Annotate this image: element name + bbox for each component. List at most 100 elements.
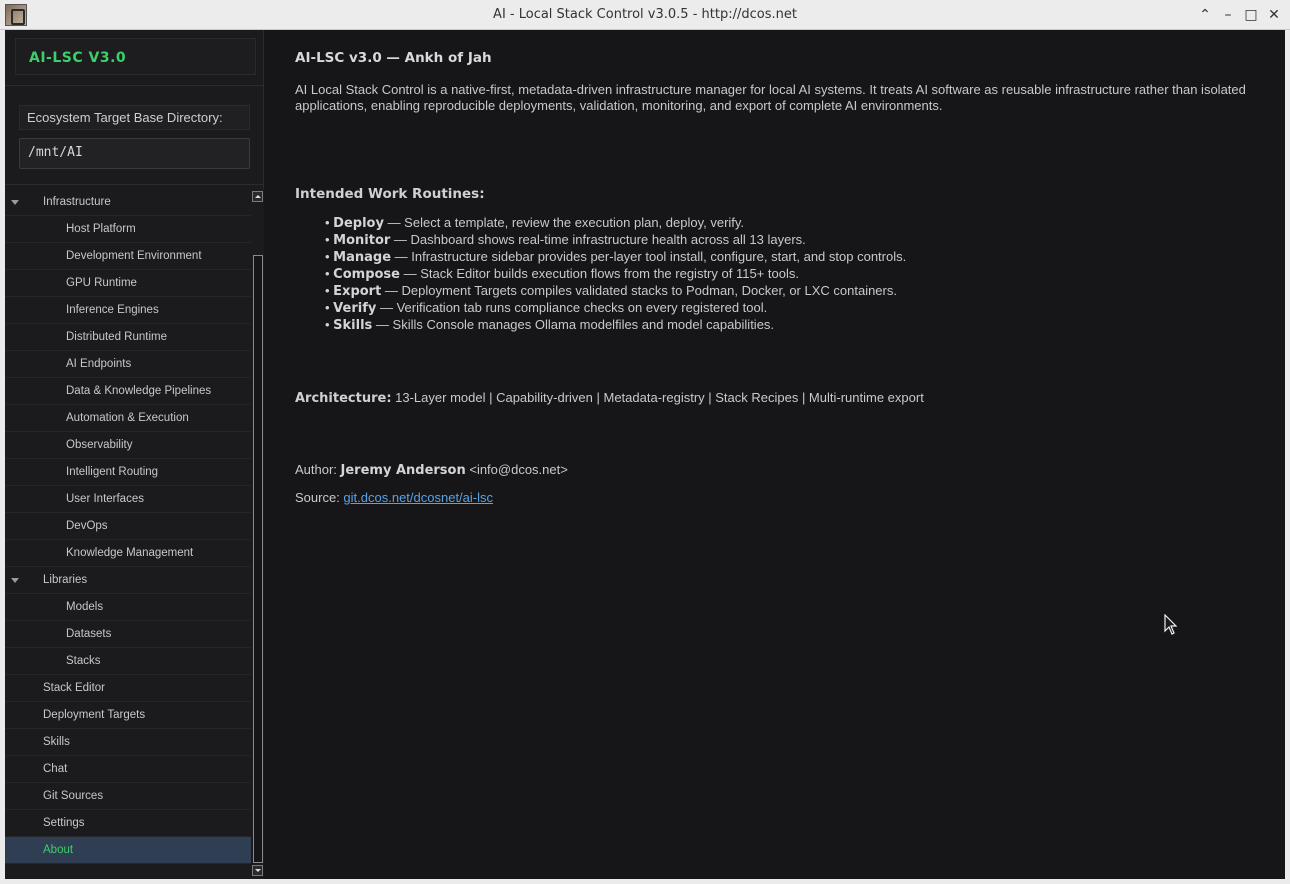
brand-box: AI-LSC V3.0 (15, 38, 256, 75)
routine-text: — Verification tab runs compliance check… (376, 300, 768, 315)
sidebar-item-label: User Interfaces (66, 493, 144, 505)
routine-name: Manage (333, 250, 392, 265)
sidebar-item-ai-endpoints[interactable]: AI Endpoints (5, 351, 251, 378)
scroll-up-icon[interactable] (252, 191, 263, 202)
base-directory-input[interactable]: /mnt/AI (19, 138, 250, 169)
sidebar-item-label: Observability (66, 439, 133, 451)
bullet-icon: • (325, 317, 334, 332)
sidebar-item-chat[interactable]: Chat (5, 756, 251, 783)
sidebar-item-label: Automation & Execution (66, 412, 189, 424)
sidebar-item-label: Host Platform (66, 223, 136, 235)
sidebar-item-label: Chat (43, 763, 68, 775)
sidebar: AI-LSC V3.0 Ecosystem Target Base Direct… (5, 30, 264, 879)
app-window: AI-LSC V3.0 Ecosystem Target Base Direct… (5, 30, 1285, 879)
sidebar-item-label: Deployment Targets (43, 709, 146, 721)
source-link[interactable]: git.dcos.net/dcosnet/ai-lsc (343, 490, 493, 505)
bullet-icon: • (325, 232, 334, 247)
sidebar-item-knowledge-management[interactable]: Knowledge Management (5, 540, 251, 567)
sidebar-item-label: Models (66, 601, 104, 613)
sidebar-item-settings[interactable]: Settings (5, 810, 251, 837)
routine-name: Verify (333, 301, 377, 316)
routine-name: Compose (333, 267, 400, 282)
author-name: Jeremy Anderson (340, 463, 466, 478)
sidebar-item-user-interfaces[interactable]: User Interfaces (5, 486, 251, 513)
expand-arrow-icon[interactable] (11, 578, 19, 583)
routine-item: • Monitor — Dashboard shows real-time in… (325, 232, 1255, 249)
routine-name: Monitor (333, 233, 391, 248)
sidebar-scrollbar[interactable] (252, 189, 264, 879)
sidebar-item-devops[interactable]: DevOps (5, 513, 251, 540)
sidebar-item-about[interactable]: About (5, 837, 251, 864)
routine-name: Skills (333, 318, 373, 333)
sidebar-item-label: Settings (43, 817, 85, 829)
bullet-icon: • (325, 249, 334, 264)
author-line: Author: Jeremy Anderson <info@dcos.net> (295, 462, 1255, 478)
sidebar-item-label: Datasets (66, 628, 112, 640)
sidebar-item-label: Stacks (66, 655, 101, 667)
author-email: <info@dcos.net> (465, 462, 568, 477)
sidebar-item-intelligent-routing[interactable]: Intelligent Routing (5, 459, 251, 486)
sidebar-item-observability[interactable]: Observability (5, 432, 251, 459)
scroll-down-icon[interactable] (252, 865, 263, 876)
scrollbar-thumb[interactable] (253, 255, 263, 863)
minimize-icon[interactable]: – (1219, 6, 1237, 24)
architecture-label: Architecture: (295, 391, 392, 406)
chevron-up-icon[interactable]: ⌃ (1196, 6, 1214, 24)
navigation-tree: Infrastructure Host Platform Development E… (5, 189, 251, 873)
maximize-icon[interactable]: □ (1242, 6, 1260, 24)
sidebar-item-label: Libraries (43, 574, 88, 586)
routines-heading: Intended Work Routines: (295, 186, 485, 202)
sidebar-item-data-knowledge-pipelines[interactable]: Data & Knowledge Pipelines (5, 378, 251, 405)
sidebar-item-host-platform[interactable]: Host Platform (5, 216, 251, 243)
sidebar-item-label: AI Endpoints (66, 358, 132, 370)
sidebar-item-skills[interactable]: Skills (5, 729, 251, 756)
sidebar-item-inference-engines[interactable]: Inference Engines (5, 297, 251, 324)
routine-item: • Export — Deployment Targets compiles v… (325, 283, 1255, 300)
routine-text: — Dashboard shows real-time infrastructu… (390, 232, 806, 247)
source-label: Source: (295, 490, 344, 505)
sidebar-item-distributed-runtime[interactable]: Distributed Runtime (5, 324, 251, 351)
dir-label: Ecosystem Target Base Directory: (27, 110, 223, 125)
sidebar-item-datasets[interactable]: Datasets (5, 621, 251, 648)
sidebar-item-label: Skills (43, 736, 70, 748)
sidebar-item-label: Infrastructure (43, 196, 111, 208)
sidebar-item-label: Development Environment (66, 250, 202, 262)
sidebar-item-stacks[interactable]: Stacks (5, 648, 251, 675)
routine-text: — Skills Console manages Ollama modelfil… (372, 317, 775, 332)
sidebar-item-label: Git Sources (43, 790, 104, 802)
sidebar-item-label: Intelligent Routing (66, 466, 159, 478)
source-line: Source: git.dcos.net/dcosnet/ai-lsc (295, 490, 1255, 505)
mouse-cursor-icon (1164, 614, 1178, 635)
sidebar-item-libraries[interactable]: Libraries (5, 567, 251, 594)
sidebar-item-label: About (43, 844, 74, 856)
divider (5, 184, 264, 185)
sidebar-item-infrastructure[interactable]: Infrastructure (5, 189, 251, 216)
sidebar-item-label: DevOps (66, 520, 108, 532)
divider (5, 85, 264, 86)
title-bar: AI - Local Stack Control v3.0.5 - http:/… (0, 0, 1290, 30)
sidebar-item-deployment-targets[interactable]: Deployment Targets (5, 702, 251, 729)
routine-text: — Stack Editor builds execution flows fr… (399, 266, 799, 281)
sidebar-item-label: Distributed Runtime (66, 331, 167, 343)
routine-name: Export (333, 284, 382, 299)
close-icon[interactable]: ✕ (1265, 6, 1283, 24)
sidebar-item-git-sources[interactable]: Git Sources (5, 783, 251, 810)
sidebar-item-label: Data & Knowledge Pipelines (66, 385, 212, 397)
sidebar-item-models[interactable]: Models (5, 594, 251, 621)
routine-item: • Manage — Infrastructure sidebar provid… (325, 249, 1255, 266)
routine-item: • Skills — Skills Console manages Ollama… (325, 317, 1255, 334)
bullet-icon: • (325, 215, 334, 230)
sidebar-item-stack-editor[interactable]: Stack Editor (5, 675, 251, 702)
sidebar-item-development-environment[interactable]: Development Environment (5, 243, 251, 270)
sidebar-item-automation-execution[interactable]: Automation & Execution (5, 405, 251, 432)
routine-text: — Infrastructure sidebar provides per-la… (391, 249, 907, 264)
dir-label-box: Ecosystem Target Base Directory: (19, 105, 250, 130)
routine-name: Deploy (333, 216, 384, 231)
bullet-icon: • (325, 283, 334, 298)
sidebar-item-gpu-runtime[interactable]: GPU Runtime (5, 270, 251, 297)
expand-arrow-icon[interactable] (11, 200, 19, 205)
routine-text: — Select a template, review the executio… (383, 215, 745, 230)
sidebar-item-label: Inference Engines (66, 304, 159, 316)
description: AI Local Stack Control is a native-first… (295, 82, 1246, 113)
sidebar-item-label: Stack Editor (43, 682, 105, 694)
